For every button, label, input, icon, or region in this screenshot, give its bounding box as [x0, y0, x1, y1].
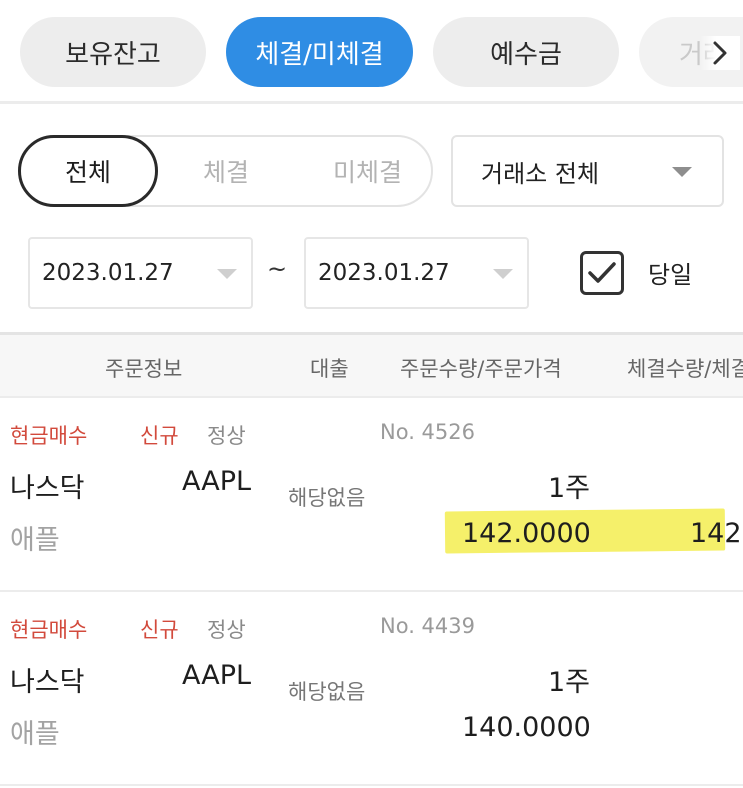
ticker-symbol: AAPL — [182, 466, 252, 497]
stock-name: 애플 — [10, 525, 60, 556]
end-date-value: 2023.01.27 — [318, 260, 450, 286]
tab-holdings[interactable]: 보유잔고 — [20, 17, 206, 87]
market-name: 나스닥 — [10, 667, 85, 698]
stock-name: 애플 — [10, 719, 60, 750]
ticker-symbol: AAPL — [182, 660, 252, 691]
segment-all[interactable]: 전체 — [18, 135, 158, 207]
table-row[interactable]: 현금매수 신규 정상 No. 4526 나스닥 AAPL 해당없음 1주 애플 … — [0, 398, 743, 592]
market-name: 나스닥 — [10, 473, 85, 504]
tab-deposit[interactable]: 예수금 — [433, 17, 619, 87]
header-order-qty-price: 주문수량/주문가격 — [400, 357, 562, 381]
order-status: 정상 — [207, 424, 246, 448]
tab-executions[interactable]: 체결/미체결 — [226, 17, 413, 87]
order-type: 현금매수 — [10, 424, 88, 448]
exchange-select[interactable]: 거래소 전체 — [451, 135, 724, 207]
check-icon — [588, 262, 616, 283]
header-loan: 대출 — [310, 357, 349, 381]
order-status: 정상 — [207, 618, 246, 642]
loan-status: 해당없음 — [288, 486, 366, 510]
order-price: 142.0000 — [462, 518, 591, 549]
order-kind: 신규 — [140, 618, 179, 642]
end-date-picker[interactable]: 2023.01.27 — [304, 237, 529, 309]
order-quantity: 1주 — [548, 667, 591, 698]
start-date-picker[interactable]: 2023.01.27 — [28, 237, 253, 309]
chevron-right-icon[interactable] — [700, 36, 740, 70]
table-header: 주문정보 대출 주문수량/주문가격 체결수량/체결 — [0, 332, 743, 398]
execution-filter-segment: 전체 체결 미체결 — [18, 135, 433, 207]
start-date-value: 2023.01.27 — [42, 260, 174, 286]
order-number: No. 4526 — [380, 420, 475, 444]
caret-down-icon — [217, 269, 237, 279]
same-day-label: 당일 — [648, 261, 693, 289]
fill-price: 142. — [690, 518, 743, 549]
date-range-separator: ~ — [267, 255, 288, 283]
header-order-info: 주문정보 — [105, 357, 183, 381]
caret-down-icon — [672, 167, 692, 177]
order-type: 현금매수 — [10, 618, 88, 642]
order-quantity: 1주 — [548, 473, 591, 504]
loan-status: 해당없음 — [288, 680, 366, 704]
segment-unfilled[interactable]: 미체결 — [305, 135, 430, 207]
header-fill-qty-price: 체결수량/체결 — [627, 357, 743, 381]
caret-down-icon — [493, 269, 513, 279]
order-kind: 신규 — [140, 424, 179, 448]
table-row[interactable]: 현금매수 신규 정상 No. 4439 나스닥 AAPL 해당없음 1주 애플 … — [0, 592, 743, 786]
same-day-checkbox[interactable] — [580, 251, 624, 295]
top-tab-bar: 보유잔고 체결/미체결 예수금 거래 — [0, 0, 743, 104]
order-price: 140.0000 — [462, 712, 591, 743]
segment-filled[interactable]: 체결 — [170, 135, 282, 207]
exchange-select-value: 거래소 전체 — [481, 159, 600, 188]
order-number: No. 4439 — [380, 614, 475, 638]
